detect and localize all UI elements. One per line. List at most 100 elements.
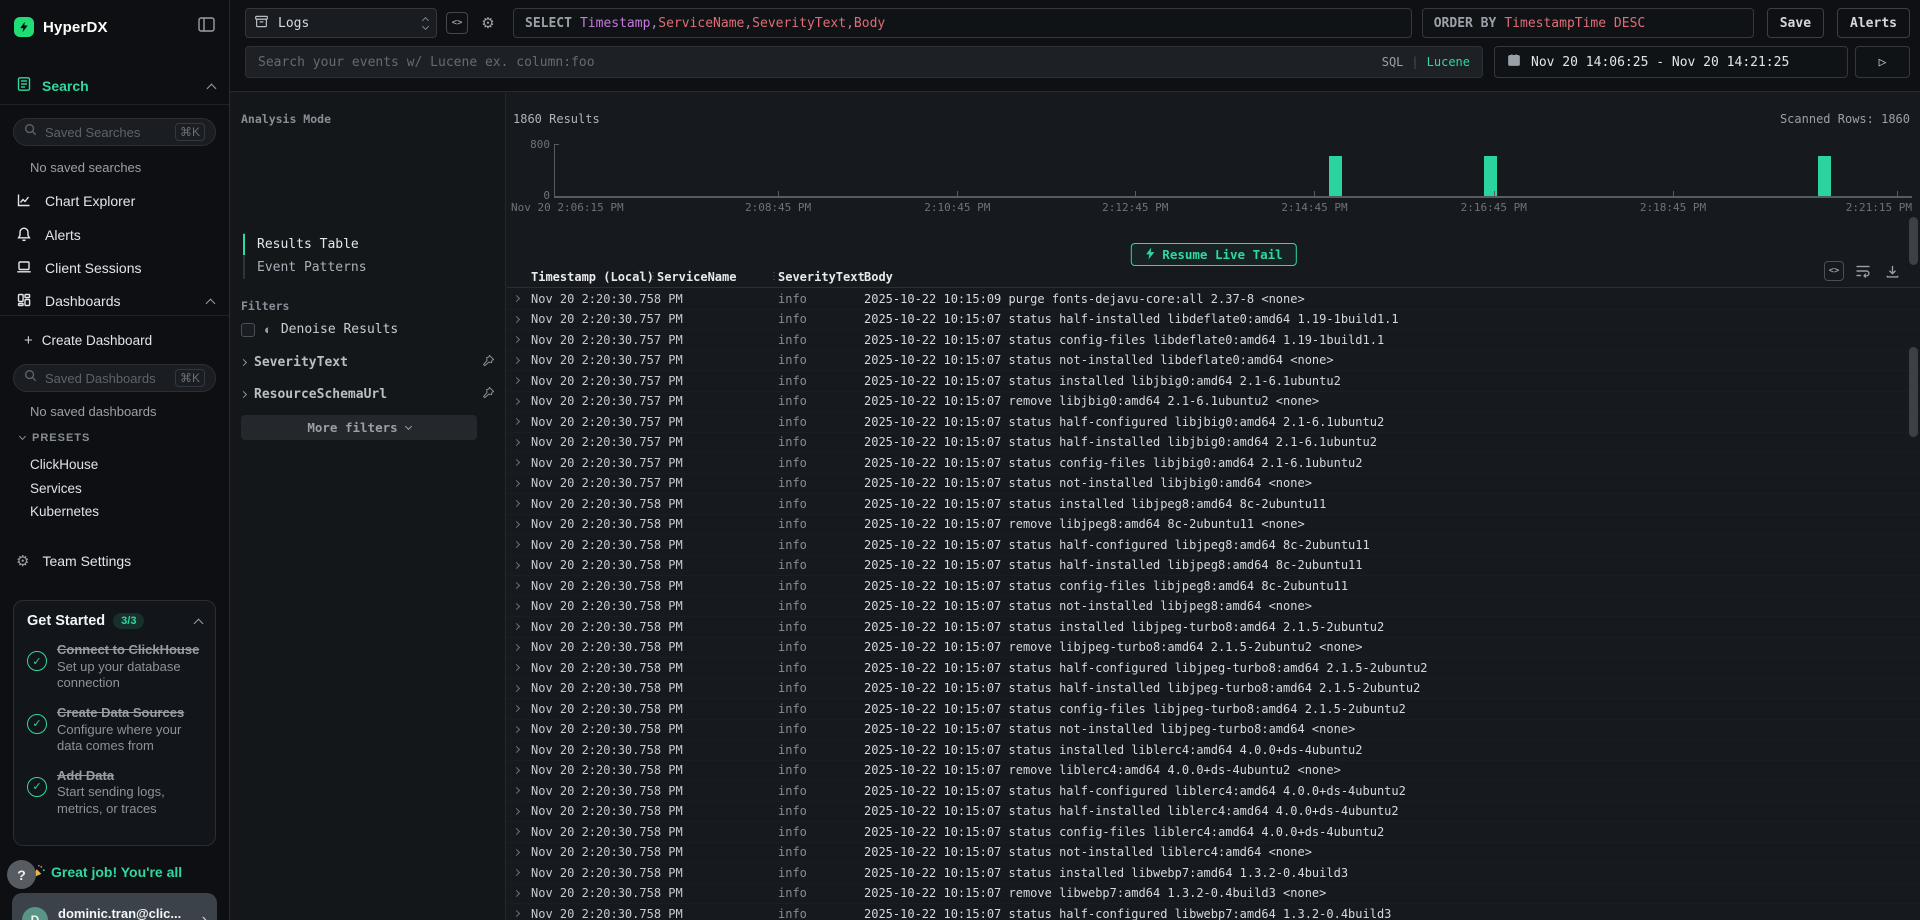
row-expand-chevron[interactable] <box>507 891 531 896</box>
table-row[interactable]: Nov 20 2:20:30.758 PM info 2025-10-22 10… <box>507 781 1920 802</box>
resume-live-tail-button[interactable]: Resume Live Tail <box>1130 243 1296 266</box>
chevron-up-icon[interactable] <box>206 298 216 308</box>
row-expand-chevron[interactable] <box>507 788 531 793</box>
row-expand-chevron[interactable] <box>507 583 531 588</box>
scrollbar-thumb[interactable] <box>1909 347 1918 437</box>
row-expand-chevron[interactable] <box>507 399 531 404</box>
table-row[interactable]: Nov 20 2:20:30.758 PM info 2025-10-22 10… <box>507 638 1920 659</box>
row-expand-chevron[interactable] <box>507 563 531 568</box>
table-row[interactable]: Nov 20 2:20:30.758 PM info 2025-10-22 10… <box>507 658 1920 679</box>
preset-services[interactable]: Services <box>30 481 82 496</box>
sidebar-item-dashboards[interactable]: Dashboards <box>0 286 230 316</box>
pin-icon[interactable] <box>482 354 495 371</box>
preset-kubernetes[interactable]: Kubernetes <box>30 504 99 519</box>
histogram-bar[interactable] <box>1329 156 1342 196</box>
histogram-bar[interactable] <box>1484 156 1497 196</box>
column-header-severitytext[interactable]: ⋮SeverityText <box>778 270 864 284</box>
gear-icon[interactable]: ⚙ <box>477 12 499 34</box>
row-expand-chevron[interactable] <box>507 337 531 342</box>
saved-searches-input[interactable]: Saved Searches ⌘K <box>13 118 216 146</box>
sidebar-item-search[interactable]: Search <box>16 74 215 98</box>
table-row[interactable]: Nov 20 2:20:30.758 PM info 2025-10-22 10… <box>507 884 1920 905</box>
table-row[interactable]: Nov 20 2:20:30.758 PM info 2025-10-22 10… <box>507 289 1920 310</box>
table-row[interactable]: Nov 20 2:20:30.758 PM info 2025-10-22 10… <box>507 904 1920 920</box>
row-expand-chevron[interactable] <box>507 296 531 301</box>
table-row[interactable]: Nov 20 2:20:30.758 PM info 2025-10-22 10… <box>507 679 1920 700</box>
table-row[interactable]: Nov 20 2:20:30.757 PM info 2025-10-22 10… <box>507 392 1920 413</box>
row-expand-chevron[interactable] <box>507 419 531 424</box>
select-clause-input[interactable]: SELECT Timestamp,ServiceName,SeverityTex… <box>513 8 1412 38</box>
row-expand-chevron[interactable] <box>507 624 531 629</box>
row-expand-chevron[interactable] <box>507 665 531 670</box>
row-expand-chevron[interactable] <box>507 358 531 363</box>
row-expand-chevron[interactable] <box>507 501 531 506</box>
create-dashboard-button[interactable]: + Create Dashboard <box>0 325 230 355</box>
source-select[interactable]: Logs <box>245 8 437 38</box>
row-expand-chevron[interactable] <box>507 522 531 527</box>
table-row[interactable]: Nov 20 2:20:30.757 PM info 2025-10-22 10… <box>507 453 1920 474</box>
download-icon[interactable] <box>1882 261 1902 281</box>
table-row[interactable]: Nov 20 2:20:30.758 PM info 2025-10-22 10… <box>507 863 1920 884</box>
sidebar-item-team-settings[interactable]: ⚙ Team Settings <box>0 546 230 576</box>
table-row[interactable]: Nov 20 2:20:30.758 PM info 2025-10-22 10… <box>507 556 1920 577</box>
table-row[interactable]: Nov 20 2:20:30.758 PM info 2025-10-22 10… <box>507 699 1920 720</box>
get-started-header[interactable]: Get Started 3/3 <box>27 613 202 629</box>
row-expand-chevron[interactable] <box>507 645 531 650</box>
get-started-item[interactable]: ✓ Add Data Start sending logs, metrics, … <box>27 768 202 818</box>
row-expand-chevron[interactable] <box>507 481 531 486</box>
table-row[interactable]: Nov 20 2:20:30.757 PM info 2025-10-22 10… <box>507 412 1920 433</box>
row-expand-chevron[interactable] <box>507 706 531 711</box>
scrollbar-thumb[interactable] <box>1909 217 1918 265</box>
sidebar-item-alerts[interactable]: Alerts <box>0 220 230 250</box>
edit-source-icon[interactable]: <> <box>446 12 468 34</box>
column-resize-handle[interactable]: ⋮ <box>769 271 779 282</box>
table-row[interactable]: Nov 20 2:20:30.758 PM info 2025-10-22 10… <box>507 761 1920 782</box>
row-expand-chevron[interactable] <box>507 686 531 691</box>
language-sql[interactable]: SQL <box>1382 55 1404 69</box>
table-row[interactable]: Nov 20 2:20:30.757 PM info 2025-10-22 10… <box>507 433 1920 454</box>
sidebar-item-client-sessions[interactable]: Client Sessions <box>0 253 230 283</box>
table-row[interactable]: Nov 20 2:20:30.758 PM info 2025-10-22 10… <box>507 617 1920 638</box>
preset-clickhouse[interactable]: ClickHouse <box>30 457 98 472</box>
table-row[interactable]: Nov 20 2:20:30.758 PM info 2025-10-22 10… <box>507 802 1920 823</box>
table-row[interactable]: Nov 20 2:20:30.757 PM info 2025-10-22 10… <box>507 371 1920 392</box>
filter-group-resourceschemaurl[interactable]: ResourceSchemaUrl <box>241 385 495 403</box>
help-button[interactable]: ? <box>7 860 36 889</box>
column-header-timestamp[interactable]: Timestamp (Local) <box>531 270 657 284</box>
order-by-input[interactable]: ORDER BY TimestampTime DESC <box>1422 8 1754 38</box>
column-header-body[interactable]: ⋮Body <box>864 270 1920 284</box>
row-expand-chevron[interactable] <box>507 911 531 916</box>
table-row[interactable]: Nov 20 2:20:30.758 PM info 2025-10-22 10… <box>507 597 1920 618</box>
event-search-input[interactable] <box>258 55 1382 70</box>
row-expand-chevron[interactable] <box>507 809 531 814</box>
table-row[interactable]: Nov 20 2:20:30.758 PM info 2025-10-22 10… <box>507 720 1920 741</box>
time-range-picker[interactable]: Nov 20 14:06:25 - Nov 20 14:21:25 <box>1494 46 1848 78</box>
table-row[interactable]: Nov 20 2:20:30.758 PM info 2025-10-22 10… <box>507 822 1920 843</box>
table-row[interactable]: Nov 20 2:20:30.758 PM info 2025-10-22 10… <box>507 576 1920 597</box>
mode-results-table[interactable]: Results Table <box>245 233 495 256</box>
row-expand-chevron[interactable] <box>507 378 531 383</box>
filter-group-severitytext[interactable]: SeverityText <box>241 353 495 371</box>
table-row[interactable]: Nov 20 2:20:30.757 PM info 2025-10-22 10… <box>507 330 1920 351</box>
row-expand-chevron[interactable] <box>507 604 531 609</box>
run-query-button[interactable]: ▷ <box>1855 46 1910 78</box>
alerts-button[interactable]: Alerts <box>1837 8 1910 38</box>
presets-toggle[interactable]: PRESETS <box>20 432 90 444</box>
table-settings-icon[interactable]: <> <box>1824 261 1844 281</box>
collapse-sidebar-icon[interactable] <box>198 17 215 37</box>
save-button[interactable]: Save <box>1767 8 1824 38</box>
language-lucene[interactable]: Lucene <box>1427 55 1470 69</box>
row-expand-chevron[interactable] <box>507 747 531 752</box>
get-started-item[interactable]: ✓ Create Data Sources Configure where yo… <box>27 705 202 755</box>
chevron-up-icon[interactable] <box>194 618 204 628</box>
row-expand-chevron[interactable] <box>507 870 531 875</box>
row-expand-chevron[interactable] <box>507 829 531 834</box>
results-histogram[interactable]: 800 0 Nov 20 2:06:15 PM2:08:45 PM2:10:45… <box>507 130 1920 216</box>
pin-icon[interactable] <box>482 386 495 403</box>
row-expand-chevron[interactable] <box>507 850 531 855</box>
mode-event-patterns[interactable]: Event Patterns <box>245 256 495 279</box>
row-expand-chevron[interactable] <box>507 440 531 445</box>
row-expand-chevron[interactable] <box>507 317 531 322</box>
row-expand-chevron[interactable] <box>507 542 531 547</box>
table-row[interactable]: Nov 20 2:20:30.758 PM info 2025-10-22 10… <box>507 494 1920 515</box>
